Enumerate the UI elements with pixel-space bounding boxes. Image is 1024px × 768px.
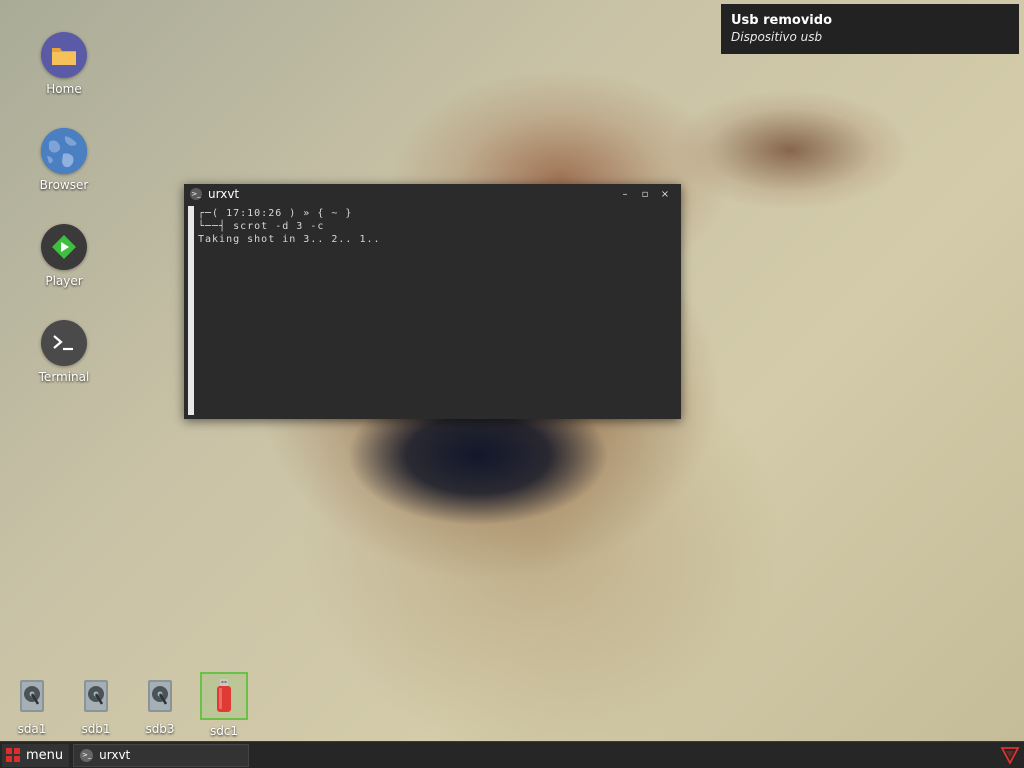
terminal-icon: >_ [80,748,94,762]
drive-sdb1[interactable]: sdb1 [71,674,121,736]
play-icon [41,224,87,270]
hard-disk-icon [10,674,54,718]
menu-button[interactable]: menu [2,743,70,767]
desktop-icon-label: Browser [39,178,89,192]
drive-label: sdb3 [145,722,175,736]
folder-icon [41,32,87,78]
drive-label: sdb1 [81,722,111,736]
terminal-line: Taking shot in 3.. 2.. 1.. [198,234,381,245]
notification-popup[interactable]: Usb removido Dispositivo usb [721,4,1019,54]
drive-label: sda1 [17,722,47,736]
terminal-output[interactable]: ┌─( 17:10:26 ) » { ~ } └──┤ scrot -d 3 -c… [198,204,681,419]
desktop-icon-player[interactable]: Player [29,224,99,288]
notification-body: Dispositivo usb [731,30,823,44]
drive-sdc1[interactable]: sdc1 [199,672,249,738]
usb-drive-icon [200,672,248,720]
globe-icon [41,128,87,174]
drive-sda1[interactable]: sda1 [7,674,57,736]
taskbar: menu >_ urxvt [0,741,1024,768]
close-button[interactable]: × [655,189,675,200]
terminal-icon [41,320,87,366]
red-triangle-icon[interactable] [1000,745,1020,765]
terminal-scrollbar[interactable] [188,206,194,415]
terminal-line: ┌─( 17:10:26 ) » { ~ } [198,208,353,219]
taskbar-item-label: urxvt [99,748,131,762]
taskbar-item-urxvt[interactable]: >_ urxvt [73,743,250,767]
desktop[interactable]: Home Browser Player Terminal sda1 sdb1 s… [0,0,1024,768]
window-title: urxvt [208,187,240,201]
desktop-icon-browser[interactable]: Browser [29,128,99,192]
desktop-icon-label: Player [45,274,83,288]
drive-sdb3[interactable]: sdb3 [135,674,185,736]
desktop-icon-terminal[interactable]: Terminal [29,320,99,384]
drive-label: sdc1 [209,724,239,738]
desktop-icon-label: Terminal [38,370,90,384]
minimize-button[interactable]: – [615,189,635,200]
terminal-line: └──┤ scrot -d 3 -c [198,221,325,232]
terminal-content[interactable]: ┌─( 17:10:26 ) » { ~ } └──┤ scrot -d 3 -c… [184,204,681,419]
hard-disk-icon [138,674,182,718]
terminal-window[interactable]: >_ urxvt – ▫ × ┌─( 17:10:26 ) » { ~ } └──… [184,184,681,419]
desktop-icon-label: Home [46,82,82,96]
desktop-icon-home[interactable]: Home [29,32,99,96]
terminal-icon: >_ [190,188,202,200]
maximize-button[interactable]: ▫ [635,189,655,200]
hard-disk-icon [74,674,118,718]
notification-title: Usb removido [731,13,832,28]
menu-label: menu [26,747,64,763]
menu-grid-icon [6,748,20,762]
terminal-titlebar[interactable]: >_ urxvt – ▫ × [184,184,681,204]
